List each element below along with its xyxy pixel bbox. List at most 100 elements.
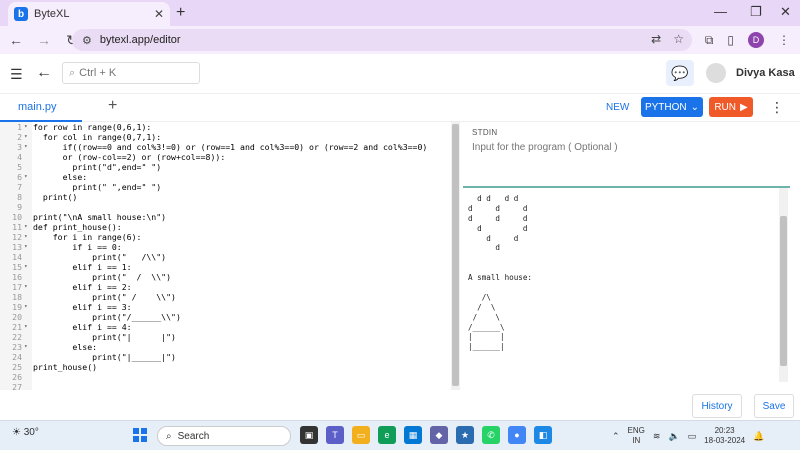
browser-tab[interactable]: b ByteXL ✕ — [8, 2, 170, 26]
search-input[interactable] — [79, 67, 180, 79]
code-text[interactable]: print("d",end=" ") — [31, 162, 161, 172]
fold-chevron-icon[interactable]: ▾ — [24, 132, 31, 142]
new-button[interactable]: NEW — [606, 102, 629, 113]
taskbar-search[interactable]: ⌕ Search — [157, 426, 291, 446]
fold-chevron-icon[interactable]: ▾ — [24, 242, 31, 252]
run-button[interactable]: RUN ▶ — [709, 97, 753, 117]
code-text[interactable]: else: — [31, 342, 97, 352]
whatsapp-icon[interactable]: ✆ — [482, 426, 500, 444]
fold-chevron-icon[interactable]: ▾ — [24, 122, 31, 132]
code-line[interactable]: 14 print(" /\\") — [0, 252, 450, 262]
code-text[interactable]: elif i == 4: — [31, 322, 131, 332]
code-text[interactable]: print(" / \\") — [31, 272, 171, 282]
new-tab-icon[interactable]: + — [176, 4, 185, 22]
add-file-icon[interactable]: + — [108, 97, 117, 115]
code-line[interactable]: 26 — [0, 372, 450, 382]
code-line[interactable]: 1 ▾ for row in range(0,6,1): — [0, 122, 450, 132]
code-text[interactable] — [31, 202, 33, 212]
bookmark-star-icon[interactable]: ☆ — [673, 32, 684, 46]
code-line[interactable]: 23 ▾ else: — [0, 342, 450, 352]
code-line[interactable]: 19 ▾ elif i == 3: — [0, 302, 450, 312]
code-line[interactable]: 22 print("| |") — [0, 332, 450, 342]
save-button[interactable]: Save — [754, 394, 794, 418]
code-editor[interactable]: 1 ▾ for row in range(0,6,1): 2 ▾ for col in … — [0, 122, 460, 390]
code-line[interactable]: 25 print_house() — [0, 362, 450, 372]
code-text[interactable]: print(" ",end=" ") — [31, 182, 161, 192]
code-line[interactable]: 20 print("/______\\") — [0, 312, 450, 322]
clock[interactable]: 20:23 18-03-2024 — [704, 426, 745, 446]
code-text[interactable]: print() — [31, 192, 78, 202]
minimize-icon[interactable]: — — [714, 4, 727, 19]
code-line[interactable]: 3 ▾ if((row==0 and col%3!=0) or (row==1 a… — [0, 142, 450, 152]
fold-chevron-icon[interactable]: ▾ — [24, 172, 31, 182]
code-line[interactable]: 5 print("d",end=" ") — [0, 162, 450, 172]
code-line[interactable]: 7 print(" ",end=" ") — [0, 182, 450, 192]
battery-icon[interactable]: ▭ — [688, 431, 697, 442]
code-text[interactable] — [31, 372, 33, 382]
code-line[interactable]: 15 ▾ elif i == 1: — [0, 262, 450, 272]
close-window-icon[interactable]: ✕ — [780, 4, 791, 20]
chrome-icon[interactable]: ● — [508, 426, 526, 444]
back-arrow-icon[interactable]: ← — [4, 32, 28, 48]
code-text[interactable]: for row in range(0,6,1): — [31, 122, 151, 132]
site-settings-icon[interactable]: ⚙ — [82, 34, 92, 47]
file-explorer-icon[interactable]: ▭ — [352, 426, 370, 444]
code-text[interactable]: print("\nA small house:\n") — [31, 212, 166, 222]
app-icon-2[interactable]: ◧ — [534, 426, 552, 444]
code-line[interactable]: 11 ▾ def print_house(): — [0, 222, 450, 232]
code-line[interactable]: 2 ▾ for col in range(0,7,1): — [0, 132, 450, 142]
code-text[interactable]: print("/______\\") — [31, 312, 181, 322]
code-text[interactable]: print("|______|") — [31, 352, 176, 362]
code-text[interactable]: or (row-col==2) or (row+col==8)): — [31, 152, 226, 162]
stdin-input[interactable] — [472, 142, 782, 182]
url-bar[interactable]: ⚙ bytexl.app/editor ⇄ ☆ — [72, 29, 692, 51]
language-select[interactable]: PYTHON ⌄ — [641, 97, 703, 117]
fold-chevron-icon[interactable]: ▾ — [24, 302, 31, 312]
profile-avatar[interactable]: D — [748, 32, 764, 48]
translate-icon[interactable]: ⇄ — [651, 32, 661, 46]
code-text[interactable]: print("| |") — [31, 332, 176, 342]
fold-chevron-icon[interactable]: ▾ — [24, 222, 31, 232]
panel-divider[interactable] — [463, 186, 790, 188]
notification-bell-icon[interactable]: 🔔 — [753, 431, 764, 442]
fold-chevron-icon[interactable]: ▾ — [24, 232, 31, 242]
back-arrow-icon[interactable]: ← — [36, 64, 52, 82]
user-avatar[interactable] — [706, 63, 726, 83]
code-line[interactable]: 21 ▾ elif i == 4: — [0, 322, 450, 332]
sidebar-icon[interactable]: ▯ — [727, 33, 734, 47]
task-view-icon[interactable]: ▣ — [300, 426, 318, 444]
code-line[interactable]: 9 — [0, 202, 450, 212]
code-line[interactable]: 16 print(" / \\") — [0, 272, 450, 282]
weather-widget[interactable]: ☀ 30° — [12, 427, 39, 438]
code-text[interactable]: elif i == 3: — [31, 302, 131, 312]
fold-chevron-icon[interactable]: ▾ — [24, 262, 31, 272]
code-text[interactable]: for i in range(6): — [31, 232, 142, 242]
fold-chevron-icon[interactable]: ▾ — [24, 322, 31, 332]
extensions-icon[interactable]: ⧉ — [705, 33, 714, 48]
code-line[interactable]: 13 ▾ if i == 0: — [0, 242, 450, 252]
chat-button[interactable]: 💬 — [666, 60, 694, 86]
fold-chevron-icon[interactable]: ▾ — [24, 142, 31, 152]
volume-icon[interactable]: 🔈 — [668, 431, 679, 442]
search-box[interactable]: ⌕ — [62, 62, 200, 84]
code-text[interactable]: for col in range(0,7,1): — [31, 132, 161, 142]
code-text[interactable] — [31, 382, 33, 390]
forward-arrow-icon[interactable]: → — [32, 32, 56, 48]
code-text[interactable]: print(" /\\") — [31, 252, 166, 262]
code-text[interactable]: print_house() — [31, 362, 97, 372]
browser-menu-icon[interactable]: ⋮ — [778, 33, 790, 47]
code-text[interactable]: def print_house(): — [31, 222, 122, 232]
windows-start-icon[interactable] — [133, 428, 147, 442]
code-text[interactable]: elif i == 2: — [31, 282, 131, 292]
code-line[interactable]: 17 ▾ elif i == 2: — [0, 282, 450, 292]
language-indicator[interactable]: ENG IN — [628, 426, 645, 446]
more-options-icon[interactable]: ⋮ — [770, 99, 784, 116]
code-line[interactable]: 4 or (row-col==2) or (row+col==8)): — [0, 152, 450, 162]
history-button[interactable]: History — [692, 394, 742, 418]
fold-chevron-icon[interactable]: ▾ — [24, 342, 31, 352]
store-icon[interactable]: ▦ — [404, 426, 422, 444]
code-text[interactable]: if i == 0: — [31, 242, 121, 252]
edge-browser-icon[interactable]: e — [378, 426, 396, 444]
code-line[interactable]: 10 print("\nA small house:\n") — [0, 212, 450, 222]
code-area[interactable]: 1 ▾ for row in range(0,6,1): 2 ▾ for col in … — [0, 122, 450, 390]
